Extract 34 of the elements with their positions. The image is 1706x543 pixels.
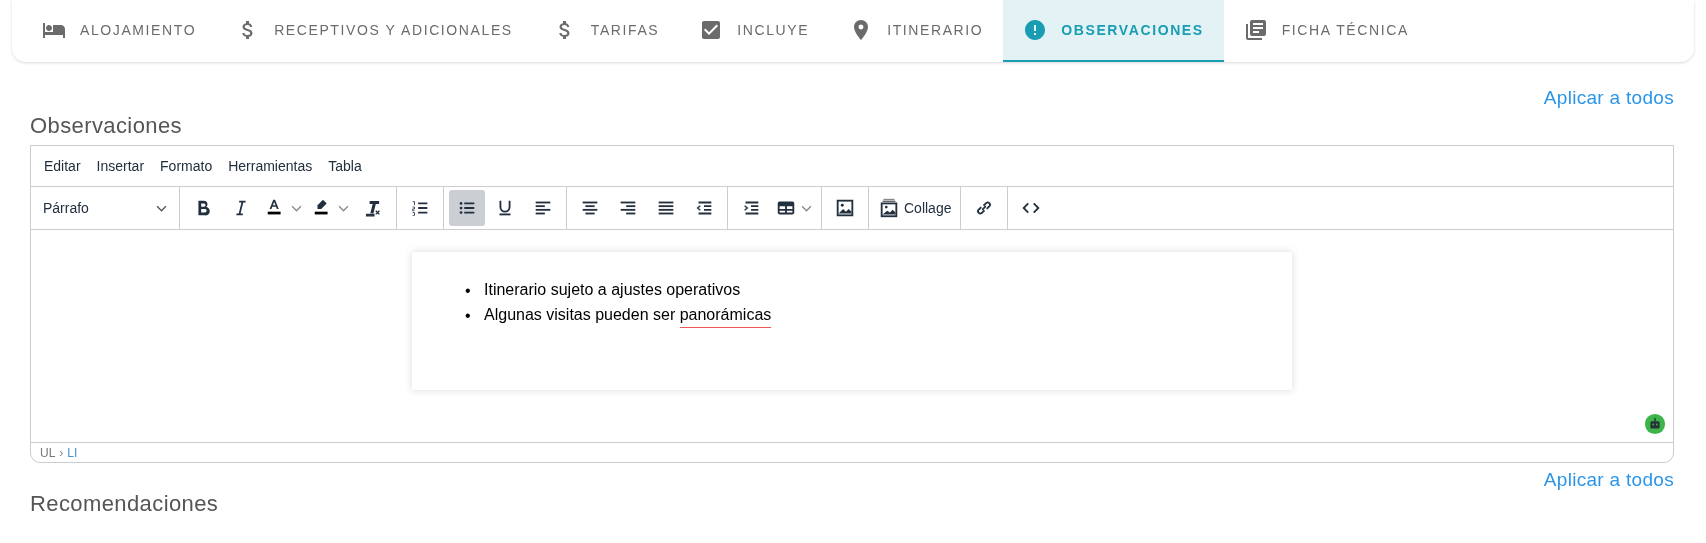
apply-to-all-link[interactable]: Aplicar a todos xyxy=(1543,87,1674,109)
chevron-down-icon xyxy=(338,204,349,212)
chevron-down-icon xyxy=(291,204,302,212)
chevron-down-icon xyxy=(156,204,167,212)
list-item-text: Algunas visitas pueden ser panorámicas xyxy=(484,303,772,328)
image-icon xyxy=(834,197,856,219)
tab[interactable]: TARIFAS xyxy=(532,0,680,62)
section-title: Recomendaciones xyxy=(30,491,220,517)
path-separator: › xyxy=(59,445,64,460)
robot-icon[interactable] xyxy=(1644,413,1666,435)
menu-item[interactable]: Tabla xyxy=(321,158,369,174)
collage-button[interactable]: Collage xyxy=(874,190,956,226)
menu-item[interactable]: Insertar xyxy=(89,158,152,174)
tab[interactable]: INCLUYE xyxy=(679,0,830,62)
tab[interactable]: ALOJAMIENTO xyxy=(22,0,217,62)
tab[interactable]: ITINERARIO xyxy=(829,0,1004,62)
bullet-list-button[interactable] xyxy=(449,190,485,226)
element-path-item[interactable]: LI xyxy=(67,445,78,460)
format-dropdown[interactable]: Párrafo xyxy=(35,191,175,225)
menu-item[interactable]: Formato xyxy=(153,158,220,174)
alert-icon xyxy=(1023,18,1048,42)
menu-item[interactable]: Editar xyxy=(37,158,88,174)
tab[interactable]: FICHA TÉCNICA xyxy=(1223,0,1429,62)
image-stack-icon xyxy=(878,197,900,219)
list-bullet: • xyxy=(465,306,472,326)
tab[interactable]: RECEPTIVOS Y ADICIONALES xyxy=(216,0,533,62)
section-title: Observaciones xyxy=(30,113,183,139)
list-bullet: • xyxy=(465,281,472,301)
document-stack-icon xyxy=(1243,18,1268,42)
apply-to-all-link[interactable]: Aplicar a todos xyxy=(1543,469,1674,491)
menu-item[interactable]: Herramientas xyxy=(221,158,320,174)
element-path-item[interactable]: UL xyxy=(40,445,56,460)
list-item-text: Itinerario sujeto a ajustes operativos xyxy=(484,280,741,300)
chevron-down-icon xyxy=(801,204,812,212)
